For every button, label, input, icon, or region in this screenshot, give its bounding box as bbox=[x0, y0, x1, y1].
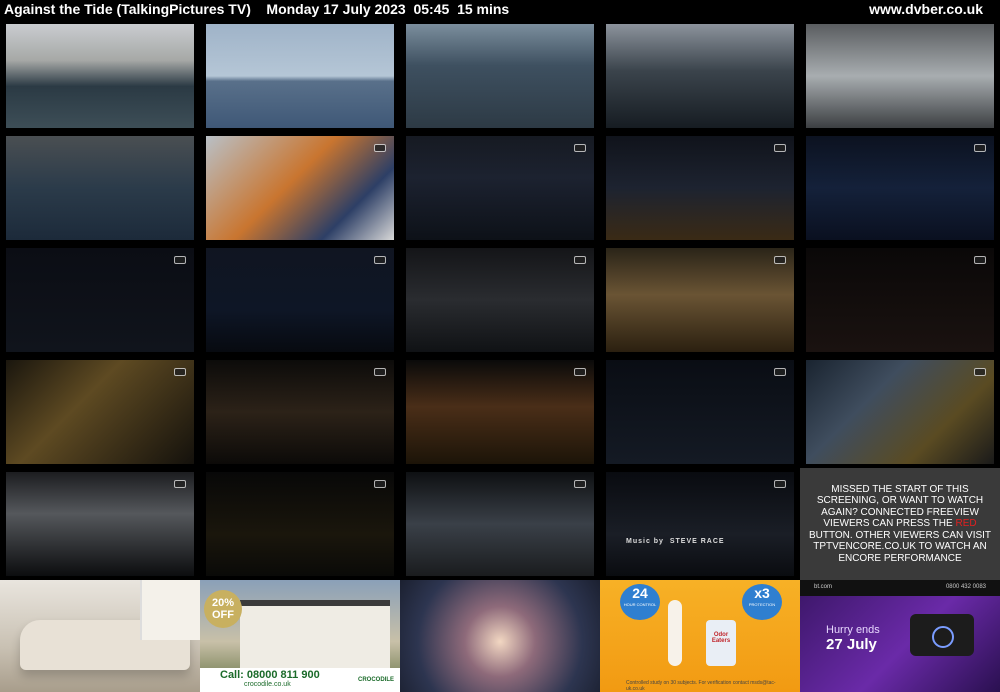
channel-badge-icon bbox=[374, 144, 386, 152]
advert-blurred[interactable] bbox=[400, 580, 600, 692]
frame-thumbnail-20[interactable] bbox=[806, 360, 994, 464]
frame-thumbnail-15[interactable] bbox=[806, 248, 994, 352]
frame-thumbnail-4[interactable] bbox=[606, 24, 794, 128]
frame-thumbnail-3[interactable] bbox=[406, 24, 594, 128]
channel-badge-icon bbox=[374, 256, 386, 264]
frame-thumbnail-2[interactable] bbox=[206, 24, 394, 128]
odor-eaters-footer: Controlled study on 30 subjects. For ver… bbox=[626, 680, 776, 692]
spray-can-shape bbox=[668, 600, 682, 666]
music-credit: Music by STEVE RACE bbox=[626, 538, 725, 545]
channel-badge-icon bbox=[374, 480, 386, 488]
odor-eaters-brand: Odor Eaters bbox=[711, 632, 731, 644]
frame-thumbnail-24[interactable]: Music by STEVE RACE bbox=[606, 472, 794, 576]
frame-thumbnail-17[interactable] bbox=[206, 360, 394, 464]
crocodile-phone: Call: 08000 811 900 bbox=[220, 669, 320, 681]
frame-thumbnail-7[interactable] bbox=[206, 136, 394, 240]
frame-thumbnail-18[interactable] bbox=[406, 360, 594, 464]
protection-badge: x3 PROTECTION bbox=[742, 584, 782, 620]
frame-thumbnail-14[interactable] bbox=[606, 248, 794, 352]
frame-thumbnail-22[interactable] bbox=[206, 472, 394, 576]
shelf-shape bbox=[140, 580, 200, 640]
bt-phone: 0800 432 0083 bbox=[945, 584, 986, 590]
channel-badge-icon bbox=[774, 144, 786, 152]
frame-thumbnail-23[interactable] bbox=[406, 472, 594, 576]
protection-text: PROTECTION bbox=[748, 602, 776, 607]
frame-thumbnail-11[interactable] bbox=[6, 248, 194, 352]
crocodile-footer: Call: 08000 811 900 crocodile.co.uk CROC… bbox=[200, 668, 400, 692]
channel-badge-icon bbox=[974, 256, 986, 264]
channel-badge-icon bbox=[174, 480, 186, 488]
channel-badge-icon bbox=[974, 368, 986, 376]
channel-badge-icon bbox=[374, 368, 386, 376]
crocodile-url: crocodile.co.uk bbox=[244, 681, 291, 688]
channel-badge-icon bbox=[174, 256, 186, 264]
frame-thumbnail-13[interactable] bbox=[406, 248, 594, 352]
frame-thumbnail-21[interactable] bbox=[6, 472, 194, 576]
red-word: red bbox=[955, 518, 977, 530]
site-link[interactable]: www.dvber.co.uk bbox=[869, 1, 983, 17]
channel-badge-icon bbox=[574, 480, 586, 488]
advert-bt[interactable]: bt.com 0800 432 0083 Hurry ends 27 July bbox=[800, 580, 1000, 692]
advert-strip: 20% OFF Call: 08000 811 900 crocodile.co… bbox=[0, 580, 1000, 692]
channel-badge-icon bbox=[774, 368, 786, 376]
channel-badge-icon bbox=[574, 368, 586, 376]
frame-thumbnail-6[interactable] bbox=[6, 136, 194, 240]
bt-device-light bbox=[932, 626, 954, 648]
bt-headline-2: 27 July bbox=[826, 636, 877, 653]
frame-thumbnail-1[interactable] bbox=[6, 24, 194, 128]
frame-thumbnail-19[interactable] bbox=[606, 360, 794, 464]
hour-control-number: 24 bbox=[632, 585, 648, 601]
bt-topbar: bt.com 0800 432 0083 bbox=[800, 580, 1000, 596]
hour-control-text: HOUR CONTROL bbox=[623, 602, 657, 607]
frame-thumbnail-8[interactable] bbox=[406, 136, 594, 240]
channel-badge-icon bbox=[574, 256, 586, 264]
crocodile-brand: CROCODILE bbox=[358, 677, 394, 683]
advert-crocodile[interactable]: 20% OFF Call: 08000 811 900 crocodile.co… bbox=[200, 580, 400, 692]
bt-headline-1: Hurry ends bbox=[826, 624, 880, 636]
bt-url: bt.com bbox=[814, 584, 833, 590]
frame-thumbnail-9[interactable] bbox=[606, 136, 794, 240]
channel-badge-icon bbox=[574, 144, 586, 152]
discount-badge: 20% OFF bbox=[204, 590, 242, 628]
channel-badge-icon bbox=[774, 256, 786, 264]
channel-badge-icon bbox=[174, 368, 186, 376]
frame-thumbnail-12[interactable] bbox=[206, 248, 394, 352]
programme-title: Against the Tide (TalkingPictures TV) Mo… bbox=[4, 1, 510, 17]
advert-odor-eaters[interactable]: 24 HOUR CONTROL x3 PROTECTION Odor Eater… bbox=[600, 580, 800, 692]
channel-badge-icon bbox=[974, 144, 986, 152]
protection-number: x3 bbox=[754, 585, 770, 601]
frame-thumbnail-16[interactable] bbox=[6, 360, 194, 464]
product-box: Odor Eaters bbox=[706, 620, 736, 666]
bt-device-shape bbox=[910, 614, 974, 656]
house-shape bbox=[240, 600, 390, 676]
encore-promo-text: Missed the start of this screening, or w… bbox=[808, 483, 992, 564]
channel-badge-icon bbox=[774, 480, 786, 488]
frame-thumbnail-5[interactable] bbox=[806, 24, 994, 128]
encore-promo: Missed the start of this screening, or w… bbox=[800, 468, 1000, 580]
hour-control-badge: 24 HOUR CONTROL bbox=[620, 584, 660, 620]
advert-sofa[interactable] bbox=[0, 580, 200, 692]
frame-thumbnail-10[interactable] bbox=[806, 136, 994, 240]
header-bar: Against the Tide (TalkingPictures TV) Mo… bbox=[0, 0, 1000, 20]
